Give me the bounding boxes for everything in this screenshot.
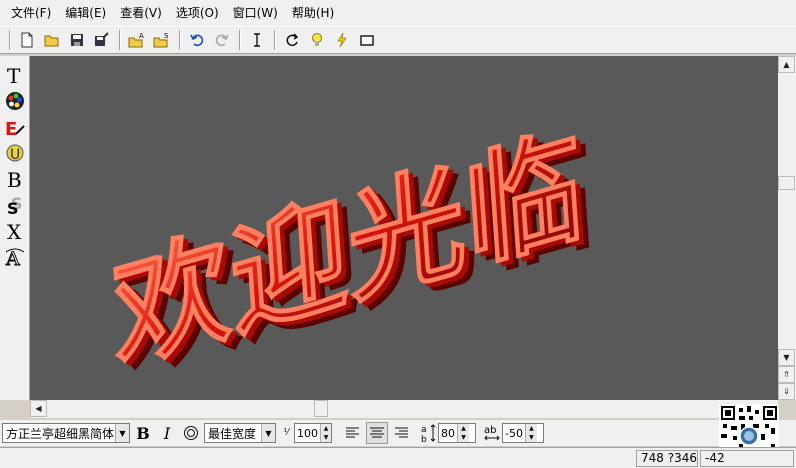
status-bar: 748 ?346 -42 <box>0 447 796 468</box>
italic-button[interactable]: I <box>156 422 178 444</box>
toolbar-separator <box>239 30 241 50</box>
scroll-left-icon[interactable]: ◀ <box>30 400 47 417</box>
design-canvas[interactable]: 欢迎光临 欢迎光临 欢迎光临 <box>30 56 778 400</box>
save-icon[interactable] <box>66 29 88 51</box>
svg-text:S: S <box>164 32 169 40</box>
svg-text:T: T <box>7 64 21 86</box>
menu-edit[interactable]: 编辑(E) <box>58 0 113 26</box>
menu-file[interactable]: 文件(F) <box>4 0 58 26</box>
scroll-down-icon[interactable]: ▼ <box>778 349 795 366</box>
open-template-s-icon[interactable]: S <box>151 29 173 51</box>
art-text[interactable]: 欢迎光临 <box>107 111 588 392</box>
save-as-icon[interactable] <box>91 29 113 51</box>
page-down-icon[interactable]: ⇓ <box>778 383 795 400</box>
scroll-thumb-vertical[interactable] <box>778 176 795 190</box>
open-folder-icon[interactable] <box>41 29 63 51</box>
line-spacing-stepper[interactable]: 80 ▲ ▼ <box>438 423 476 443</box>
char-spacing-stepper[interactable]: -50 ▲ ▼ <box>502 423 544 443</box>
outline-text-icon[interactable] <box>180 422 202 444</box>
horizontal-scrollbar[interactable]: ◀ <box>30 400 778 418</box>
menu-help[interactable]: 帮助(H) <box>285 0 341 26</box>
stepper-arrows-icon[interactable]: ▲ ▼ <box>320 424 331 442</box>
font-select[interactable]: 方正兰亭超细黑简体 ▼ <box>2 423 130 443</box>
align-left-icon[interactable] <box>342 422 364 444</box>
svg-text:U: U <box>10 147 20 163</box>
page-up-icon[interactable]: ⇑ <box>778 366 795 383</box>
char-scale-stepper[interactable]: 100 ▲ ▼ <box>294 423 332 443</box>
outline-style-icon[interactable]: U <box>2 140 28 166</box>
char-scale-value: 100 <box>297 426 318 440</box>
new-file-icon[interactable] <box>16 29 38 51</box>
chevron-down-icon[interactable]: ▼ <box>261 424 275 442</box>
svg-text:E: E <box>5 119 17 138</box>
char-scale-icon: ⅟ <box>283 428 289 438</box>
undo-icon[interactable] <box>186 29 208 51</box>
main-toolbar: A S <box>0 26 796 54</box>
edit-style-icon[interactable]: E <box>2 114 28 140</box>
svg-text:B: B <box>7 168 22 190</box>
width-mode-select[interactable]: 最佳宽度 ▼ <box>204 423 276 443</box>
vertical-scrollbar[interactable]: ▲ ▼ ⇑ ⇓ <box>778 56 796 400</box>
text-tool-icon[interactable]: T <box>2 62 28 88</box>
color-palette-icon[interactable] <box>2 88 28 114</box>
menu-options[interactable]: 选项(O) <box>169 0 226 26</box>
align-right-icon[interactable] <box>390 422 412 444</box>
text-cursor-icon[interactable] <box>246 29 268 51</box>
toolbar-separator <box>9 30 11 50</box>
open-template-a-icon[interactable]: A <box>126 29 148 51</box>
stepper-arrows-icon[interactable]: ▲ ▼ <box>457 424 469 442</box>
char-spacing-icon: ab <box>482 422 502 444</box>
scroll-up-icon[interactable]: ▲ <box>778 56 795 73</box>
toolbar-separator <box>119 30 121 50</box>
shadow-style-icon[interactable]: SS <box>2 192 28 218</box>
line-spacing-icon: ab <box>420 422 438 444</box>
close-x-icon[interactable]: X <box>2 218 28 244</box>
char-spacing-value: -50 <box>505 426 523 440</box>
status-extra: -42 <box>700 450 794 467</box>
scroll-thumb-horizontal[interactable] <box>314 400 328 417</box>
menu-view[interactable]: 查看(V) <box>113 0 169 26</box>
bold-button[interactable]: B <box>132 422 154 444</box>
svg-text:S: S <box>7 199 19 216</box>
lightning-icon[interactable] <box>331 29 353 51</box>
svg-text:a: a <box>421 425 427 435</box>
toolbar-separator <box>179 30 181 50</box>
lightbulb-icon[interactable] <box>306 29 328 51</box>
art-text-icon[interactable]: A <box>2 244 28 270</box>
menu-window[interactable]: 窗口(W) <box>226 0 285 26</box>
align-center-icon[interactable] <box>366 422 388 444</box>
cursor-coordinates: 748 ?346 <box>636 450 698 467</box>
menu-bar: 文件(F) 编辑(E) 查看(V) 选项(O) 窗口(W) 帮助(H) <box>0 0 796 26</box>
redo-icon[interactable] <box>211 29 233 51</box>
line-spacing-value: 80 <box>441 426 455 440</box>
format-toolbar: 方正兰亭超细黑简体 ▼ B I 最佳宽度 ▼ ⅟ 100 ▲ ▼ ab 80 ▲ ▼… <box>0 420 796 446</box>
svg-text:X: X <box>7 220 22 242</box>
stepper-arrows-icon[interactable]: ▲ ▼ <box>524 424 537 442</box>
bold-style-icon[interactable]: B <box>2 166 28 192</box>
text-artwork: 欢迎光临 欢迎光临 欢迎光临 <box>107 111 598 399</box>
svg-text:ab: ab <box>484 425 496 436</box>
chevron-down-icon[interactable]: ▼ <box>115 424 129 442</box>
svg-text:b: b <box>421 435 427 443</box>
left-tool-palette: T E U B SS X A <box>0 56 30 400</box>
svg-text:A: A <box>139 32 144 40</box>
font-select-value: 方正兰亭超细黑简体 <box>6 426 115 441</box>
toolbar-separator <box>274 30 276 50</box>
rotate-icon[interactable] <box>281 29 303 51</box>
frame-icon[interactable] <box>356 29 378 51</box>
width-mode-value: 最佳宽度 <box>208 426 257 441</box>
